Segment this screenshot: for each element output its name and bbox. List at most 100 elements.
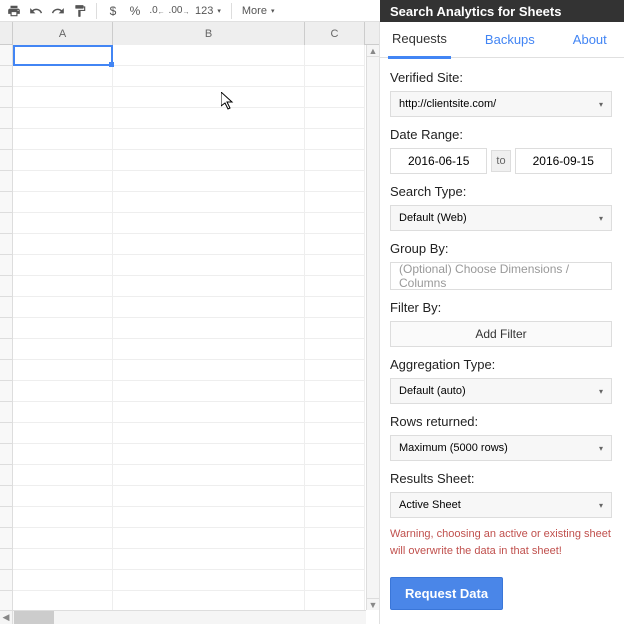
decrease-decimal-button[interactable]: .0← bbox=[147, 2, 167, 20]
redo-icon[interactable] bbox=[48, 2, 68, 20]
cell[interactable] bbox=[13, 276, 113, 297]
increase-decimal-button[interactable]: .00→ bbox=[169, 2, 189, 20]
cell[interactable] bbox=[13, 381, 113, 402]
column-header-B[interactable]: B bbox=[113, 22, 305, 45]
row-header[interactable] bbox=[0, 213, 13, 234]
cell[interactable] bbox=[305, 360, 365, 381]
cell[interactable] bbox=[13, 87, 113, 108]
cell[interactable] bbox=[305, 276, 365, 297]
more-dropdown[interactable]: More▾ bbox=[238, 5, 279, 17]
cell[interactable] bbox=[113, 129, 305, 150]
row-header[interactable] bbox=[0, 528, 13, 549]
cell[interactable] bbox=[305, 486, 365, 507]
cell[interactable] bbox=[113, 192, 305, 213]
row-header[interactable] bbox=[0, 276, 13, 297]
cell[interactable] bbox=[113, 486, 305, 507]
cell[interactable] bbox=[13, 129, 113, 150]
row-header[interactable] bbox=[0, 45, 13, 66]
format-123-dropdown[interactable]: 123▾ bbox=[191, 5, 225, 17]
row-header[interactable] bbox=[0, 150, 13, 171]
cell[interactable] bbox=[113, 297, 305, 318]
cell[interactable] bbox=[305, 402, 365, 423]
cell[interactable] bbox=[113, 318, 305, 339]
row-header[interactable] bbox=[0, 465, 13, 486]
cell[interactable] bbox=[113, 276, 305, 297]
verified-site-select[interactable]: http://clientsite.com/ ▾ bbox=[390, 91, 612, 117]
cell[interactable] bbox=[305, 297, 365, 318]
cell[interactable] bbox=[305, 444, 365, 465]
row-header[interactable] bbox=[0, 423, 13, 444]
print-icon[interactable] bbox=[4, 2, 24, 20]
column-header-C[interactable]: C bbox=[305, 22, 365, 45]
cell[interactable] bbox=[13, 486, 113, 507]
paint-format-icon[interactable] bbox=[70, 2, 90, 20]
cell[interactable] bbox=[13, 192, 113, 213]
cell[interactable] bbox=[13, 528, 113, 549]
row-header[interactable] bbox=[0, 339, 13, 360]
cell[interactable] bbox=[13, 171, 113, 192]
cell[interactable] bbox=[305, 507, 365, 528]
select-all-corner[interactable] bbox=[0, 22, 13, 44]
cell[interactable] bbox=[305, 45, 365, 66]
cell[interactable] bbox=[305, 528, 365, 549]
cell[interactable] bbox=[305, 66, 365, 87]
cell[interactable] bbox=[13, 255, 113, 276]
cell[interactable] bbox=[113, 528, 305, 549]
row-header[interactable] bbox=[0, 171, 13, 192]
row-header[interactable] bbox=[0, 66, 13, 87]
row-header[interactable] bbox=[0, 234, 13, 255]
cell[interactable] bbox=[305, 129, 365, 150]
cell[interactable] bbox=[13, 213, 113, 234]
scroll-thumb[interactable] bbox=[14, 611, 54, 624]
cell[interactable] bbox=[13, 444, 113, 465]
scroll-up-icon[interactable]: ▲ bbox=[367, 45, 379, 57]
cell[interactable] bbox=[13, 45, 113, 66]
cell[interactable] bbox=[305, 423, 365, 444]
cell[interactable] bbox=[113, 465, 305, 486]
cell[interactable] bbox=[113, 423, 305, 444]
row-header[interactable] bbox=[0, 486, 13, 507]
cell[interactable] bbox=[113, 234, 305, 255]
row-header[interactable] bbox=[0, 192, 13, 213]
cell[interactable] bbox=[305, 381, 365, 402]
cell[interactable] bbox=[113, 87, 305, 108]
cell[interactable] bbox=[305, 318, 365, 339]
cell[interactable] bbox=[305, 549, 365, 570]
cell[interactable] bbox=[113, 444, 305, 465]
percent-button[interactable]: % bbox=[125, 2, 145, 20]
tab-about[interactable]: About bbox=[569, 22, 611, 57]
cell[interactable] bbox=[113, 171, 305, 192]
row-header[interactable] bbox=[0, 360, 13, 381]
cell[interactable] bbox=[113, 549, 305, 570]
scroll-left-icon[interactable]: ◀ bbox=[0, 611, 13, 624]
cell[interactable] bbox=[113, 381, 305, 402]
cell[interactable] bbox=[13, 465, 113, 486]
tab-backups[interactable]: Backups bbox=[481, 22, 539, 57]
cell[interactable] bbox=[113, 507, 305, 528]
cell[interactable] bbox=[113, 360, 305, 381]
cell[interactable] bbox=[13, 360, 113, 381]
rows-returned-select[interactable]: Maximum (5000 rows) ▾ bbox=[390, 435, 612, 461]
cell[interactable] bbox=[305, 171, 365, 192]
cell[interactable] bbox=[305, 150, 365, 171]
cell[interactable] bbox=[13, 507, 113, 528]
horizontal-scrollbar[interactable]: ◀ bbox=[0, 610, 366, 624]
cell[interactable] bbox=[305, 192, 365, 213]
date-to-input[interactable]: 2016-09-15 bbox=[515, 148, 612, 174]
search-type-select[interactable]: Default (Web) ▾ bbox=[390, 205, 612, 231]
cell[interactable] bbox=[113, 591, 305, 612]
cell[interactable] bbox=[13, 297, 113, 318]
group-by-input[interactable]: (Optional) Choose Dimensions / Columns bbox=[390, 262, 612, 290]
cell[interactable] bbox=[13, 339, 113, 360]
column-header-A[interactable]: A bbox=[13, 22, 113, 45]
cell[interactable] bbox=[13, 570, 113, 591]
cell[interactable] bbox=[113, 108, 305, 129]
cell[interactable] bbox=[13, 66, 113, 87]
cell[interactable] bbox=[13, 549, 113, 570]
cell[interactable] bbox=[305, 213, 365, 234]
cell[interactable] bbox=[13, 150, 113, 171]
cell[interactable] bbox=[305, 591, 365, 612]
cell[interactable] bbox=[13, 591, 113, 612]
cell[interactable] bbox=[305, 255, 365, 276]
row-header[interactable] bbox=[0, 549, 13, 570]
